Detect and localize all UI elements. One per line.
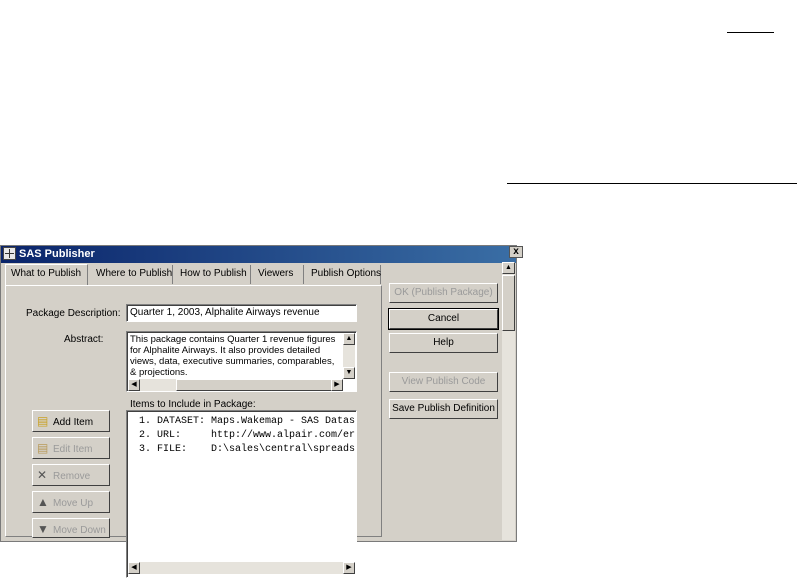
abstract-horizontal-scrollbar[interactable]: ◀ ▶ <box>128 379 343 391</box>
list-item[interactable]: 3. FILE: D:\sales\central\spreads <box>139 443 355 457</box>
add-item-button[interactable]: ▤ Add Item <box>32 410 110 432</box>
tab-viewers[interactable]: Viewers <box>253 265 304 284</box>
app-icon <box>3 247 16 260</box>
scroll-thumb[interactable] <box>176 379 336 391</box>
tab-what-to-publish[interactable]: What to Publish <box>5 264 88 285</box>
window-title: SAS Publisher <box>19 248 95 260</box>
move-down-button[interactable]: ▼ Move Down <box>32 518 110 538</box>
package-description-input[interactable]: Quarter 1, 2003, Alphalite Airways reven… <box>126 304 357 322</box>
mid-rule <box>507 183 797 184</box>
move-down-icon: ▼ <box>37 522 49 536</box>
remove-item-button[interactable]: ✕ Remove <box>32 464 110 486</box>
save-publish-definition-button[interactable]: Save Publish Definition <box>389 399 498 419</box>
tab-panel-what-to-publish: Package Description: Quarter 1, 2003, Al… <box>5 285 382 578</box>
scroll-right-arrow-icon[interactable]: ▶ <box>331 379 343 391</box>
move-up-icon: ▲ <box>37 495 49 509</box>
remove-icon: ✕ <box>37 468 48 482</box>
abstract-line: for Alphalite Airways. It also provides … <box>130 345 321 356</box>
items-horizontal-scrollbar[interactable]: ◀ ▶ <box>128 562 355 574</box>
package-description-label: Package Description: <box>26 308 121 319</box>
move-up-button[interactable]: ▲ Move Up <box>32 491 110 513</box>
cancel-button[interactable]: Cancel <box>388 308 499 330</box>
list-item[interactable]: 1. DATASET: Maps.Wakemap - SAS Datas <box>139 415 355 429</box>
scroll-up-arrow-icon[interactable]: ▲ <box>502 262 515 274</box>
help-button[interactable]: Help <box>389 333 498 353</box>
title-bar[interactable]: SAS Publisher <box>1 246 516 263</box>
scroll-up-arrow-icon[interactable]: ▲ <box>343 333 355 345</box>
list-item[interactable]: 2. URL: http://www.alpair.com/er <box>139 429 355 443</box>
move-down-label: Move Down <box>53 525 106 536</box>
abstract-label: Abstract: <box>64 334 104 345</box>
items-listbox[interactable]: 1. DATASET: Maps.Wakemap - SAS Datas 2. … <box>126 410 357 578</box>
top-rule <box>727 32 774 33</box>
close-icon[interactable]: x <box>509 246 523 258</box>
edit-item-icon: ▤ <box>37 441 49 455</box>
abstract-text: This package contains Quarter 1 revenue … <box>130 334 335 378</box>
edit-item-button[interactable]: ▤ Edit Item <box>32 437 110 459</box>
tab-where-to-publish[interactable]: Where to Publish <box>91 265 173 284</box>
remove-item-label: Remove <box>53 471 91 482</box>
window-vertical-scrollbar[interactable]: ▲ <box>502 262 515 540</box>
add-item-label: Add Item <box>53 417 94 428</box>
abstract-line: This package contains Quarter 1 revenue … <box>130 334 336 345</box>
edit-item-label: Edit Item <box>53 444 93 455</box>
move-up-label: Move Up <box>53 498 94 509</box>
items-to-include-label: Items to Include in Package: <box>130 399 256 410</box>
abstract-line: views, data, executive summaries, compar… <box>130 356 335 367</box>
sas-publisher-window: SAS Publisher What to Publish Where to P… <box>0 245 517 578</box>
view-publish-code-button[interactable]: View Publish Code <box>389 372 498 392</box>
scroll-down-arrow-icon[interactable]: ▼ <box>343 367 355 379</box>
tab-how-to-publish[interactable]: How to Publish <box>175 265 251 284</box>
scroll-left-arrow-icon[interactable]: ◀ <box>128 562 140 574</box>
scroll-right-arrow-icon[interactable]: ▶ <box>343 562 355 574</box>
add-item-icon: ▤ <box>37 414 49 428</box>
tab-publish-options[interactable]: Publish Options <box>306 265 381 284</box>
abstract-vertical-scrollbar[interactable]: ▲ ▼ <box>343 333 355 379</box>
scroll-left-arrow-icon[interactable]: ◀ <box>128 379 140 391</box>
ok-publish-package-button[interactable]: OK (Publish Package) <box>389 283 498 303</box>
scroll-thumb[interactable] <box>502 275 515 331</box>
abstract-line: & projections. <box>130 367 188 378</box>
abstract-textarea[interactable]: This package contains Quarter 1 revenue … <box>126 331 357 392</box>
items-list: 1. DATASET: Maps.Wakemap - SAS Datas 2. … <box>139 415 355 457</box>
